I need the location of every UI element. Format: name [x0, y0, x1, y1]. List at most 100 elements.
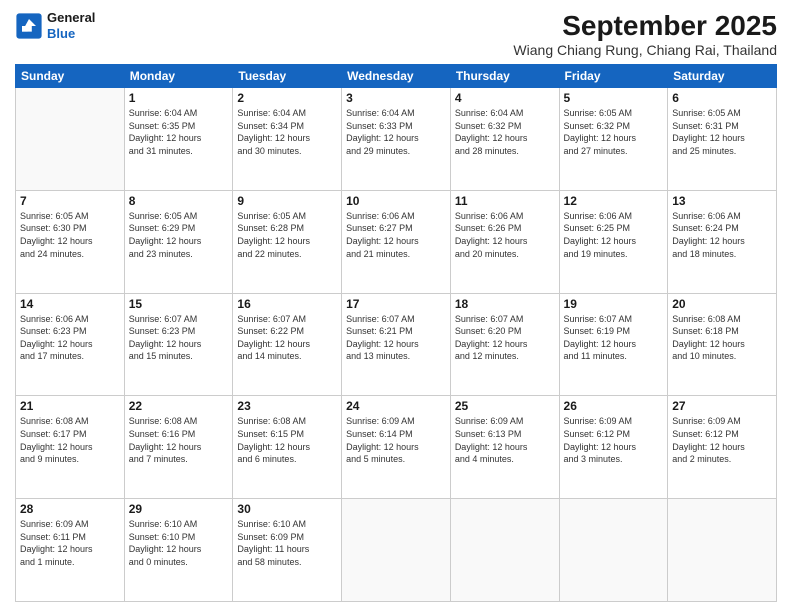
day-number: 5 [564, 91, 664, 105]
calendar-cell: 22Sunrise: 6:08 AM Sunset: 6:16 PM Dayli… [124, 396, 233, 499]
calendar-cell: 24 Sunrise: 6:09 AM Sunset: 6:14 PM Dayli… [342, 396, 451, 499]
calendar-header-thursday: Thursday [450, 65, 559, 88]
day-info: Sunrise: 6:10 AM Sunset: 6:09 PM Dayligh… [237, 518, 337, 568]
calendar-cell: 17 Sunrise: 6:07 AM Sunset: 6:21 PM Dayli… [342, 293, 451, 396]
calendar-cell: 10 Sunrise: 6:06 AM Sunset: 6:27 PM Dayli… [342, 190, 451, 293]
calendar-cell: 14 Sunrise: 6:06 AM Sunset: 6:23 PM Dayli… [16, 293, 125, 396]
location: Wiang Chiang Rung, Chiang Rai, Thailand [513, 42, 777, 58]
day-info: Sunrise: 6:04 AM Sunset: 6:33 PM Dayligh… [346, 107, 446, 157]
day-info: Sunrise: 6:08 AM Sunset: 6:17 PM Dayligh… [20, 415, 120, 465]
day-number: 13 [672, 194, 772, 208]
day-info: Sunrise: 6:09 AM Sunset: 6:12 PM Dayligh… [564, 415, 664, 465]
day-info: Sunrise: 6:05 AM Sunset: 6:28 PM Dayligh… [237, 210, 337, 260]
calendar-header-sunday: Sunday [16, 65, 125, 88]
day-number: 3 [346, 91, 446, 105]
day-number: 17 [346, 297, 446, 311]
calendar-header-friday: Friday [559, 65, 668, 88]
day-number: 11 [455, 194, 555, 208]
day-info: Sunrise: 6:07 AM Sunset: 6:20 PM Dayligh… [455, 313, 555, 363]
calendar-cell: 11 Sunrise: 6:06 AM Sunset: 6:26 PM Dayli… [450, 190, 559, 293]
calendar-header-saturday: Saturday [668, 65, 777, 88]
day-number: 10 [346, 194, 446, 208]
calendar-cell: 16 Sunrise: 6:07 AM Sunset: 6:22 PM Dayli… [233, 293, 342, 396]
calendar-cell: 21 Sunrise: 6:08 AM Sunset: 6:17 PM Dayli… [16, 396, 125, 499]
calendar-cell: 26 Sunrise: 6:09 AM Sunset: 6:12 PM Dayli… [559, 396, 668, 499]
day-info: Sunrise: 6:09 AM Sunset: 6:13 PM Dayligh… [455, 415, 555, 465]
day-info: Sunrise: 6:07 AM Sunset: 6:23 PM Dayligh… [129, 313, 229, 363]
calendar-header-tuesday: Tuesday [233, 65, 342, 88]
day-info: Sunrise: 6:04 AM Sunset: 6:34 PM Dayligh… [237, 107, 337, 157]
day-info: Sunrise: 6:10 AM Sunset: 6:10 PM Dayligh… [129, 518, 229, 568]
day-number: 6 [672, 91, 772, 105]
day-number: 12 [564, 194, 664, 208]
day-number: 28 [20, 502, 120, 516]
day-number: 1 [129, 91, 229, 105]
calendar-cell [668, 499, 777, 602]
logo: General Blue [15, 10, 95, 41]
day-number: 30 [237, 502, 337, 516]
calendar-week-row: 7 Sunrise: 6:05 AM Sunset: 6:30 PM Daylig… [16, 190, 777, 293]
calendar-week-row: 1 Sunrise: 6:04 AM Sunset: 6:35 PM Daylig… [16, 88, 777, 191]
day-number: 20 [672, 297, 772, 311]
day-number: 19 [564, 297, 664, 311]
day-info: Sunrise: 6:08 AM Sunset: 6:15 PM Dayligh… [237, 415, 337, 465]
day-info: Sunrise: 6:05 AM Sunset: 6:31 PM Dayligh… [672, 107, 772, 157]
calendar-header-wednesday: Wednesday [342, 65, 451, 88]
logo-line1: General [47, 10, 95, 26]
calendar-cell: 1 Sunrise: 6:04 AM Sunset: 6:35 PM Daylig… [124, 88, 233, 191]
calendar-cell: 8Sunrise: 6:05 AM Sunset: 6:29 PM Daylig… [124, 190, 233, 293]
day-number: 21 [20, 399, 120, 413]
logo-text: General Blue [47, 10, 95, 41]
calendar-cell: 18 Sunrise: 6:07 AM Sunset: 6:20 PM Dayli… [450, 293, 559, 396]
day-info: Sunrise: 6:06 AM Sunset: 6:23 PM Dayligh… [20, 313, 120, 363]
calendar-week-row: 28 Sunrise: 6:09 AM Sunset: 6:11 PM Dayli… [16, 499, 777, 602]
day-info: Sunrise: 6:04 AM Sunset: 6:35 PM Dayligh… [129, 107, 229, 157]
day-info: Sunrise: 6:09 AM Sunset: 6:11 PM Dayligh… [20, 518, 120, 568]
page: General Blue September 2025 Wiang Chiang… [0, 0, 792, 612]
calendar-cell: 5 Sunrise: 6:05 AM Sunset: 6:32 PM Daylig… [559, 88, 668, 191]
calendar-cell [342, 499, 451, 602]
calendar-cell: 12 Sunrise: 6:06 AM Sunset: 6:25 PM Dayli… [559, 190, 668, 293]
day-info: Sunrise: 6:07 AM Sunset: 6:19 PM Dayligh… [564, 313, 664, 363]
day-info: Sunrise: 6:08 AM Sunset: 6:18 PM Dayligh… [672, 313, 772, 363]
calendar-header-row: SundayMondayTuesdayWednesdayThursdayFrid… [16, 65, 777, 88]
calendar-cell: 9Sunrise: 6:05 AM Sunset: 6:28 PM Daylig… [233, 190, 342, 293]
day-info: Sunrise: 6:07 AM Sunset: 6:21 PM Dayligh… [346, 313, 446, 363]
header: General Blue September 2025 Wiang Chiang… [15, 10, 777, 58]
calendar-cell: 2Sunrise: 6:04 AM Sunset: 6:34 PM Daylig… [233, 88, 342, 191]
day-number: 8 [129, 194, 229, 208]
calendar-cell: 25Sunrise: 6:09 AM Sunset: 6:13 PM Dayli… [450, 396, 559, 499]
calendar-cell: 19 Sunrise: 6:07 AM Sunset: 6:19 PM Dayli… [559, 293, 668, 396]
calendar-cell: 28 Sunrise: 6:09 AM Sunset: 6:11 PM Dayli… [16, 499, 125, 602]
day-info: Sunrise: 6:07 AM Sunset: 6:22 PM Dayligh… [237, 313, 337, 363]
day-number: 18 [455, 297, 555, 311]
day-number: 22 [129, 399, 229, 413]
calendar-week-row: 14 Sunrise: 6:06 AM Sunset: 6:23 PM Dayli… [16, 293, 777, 396]
calendar-cell: 30 Sunrise: 6:10 AM Sunset: 6:09 PM Dayli… [233, 499, 342, 602]
day-info: Sunrise: 6:05 AM Sunset: 6:30 PM Dayligh… [20, 210, 120, 260]
day-number: 23 [237, 399, 337, 413]
day-info: Sunrise: 6:06 AM Sunset: 6:27 PM Dayligh… [346, 210, 446, 260]
day-number: 4 [455, 91, 555, 105]
day-number: 7 [20, 194, 120, 208]
calendar-cell: 6 Sunrise: 6:05 AM Sunset: 6:31 PM Daylig… [668, 88, 777, 191]
day-number: 16 [237, 297, 337, 311]
day-info: Sunrise: 6:06 AM Sunset: 6:25 PM Dayligh… [564, 210, 664, 260]
calendar-header-monday: Monday [124, 65, 233, 88]
calendar-cell: 3 Sunrise: 6:04 AM Sunset: 6:33 PM Daylig… [342, 88, 451, 191]
day-number: 29 [129, 502, 229, 516]
day-number: 27 [672, 399, 772, 413]
day-number: 26 [564, 399, 664, 413]
calendar-cell: 23 Sunrise: 6:08 AM Sunset: 6:15 PM Dayli… [233, 396, 342, 499]
calendar-cell: 13Sunrise: 6:06 AM Sunset: 6:24 PM Dayli… [668, 190, 777, 293]
month-title: September 2025 [513, 10, 777, 42]
day-number: 24 [346, 399, 446, 413]
calendar-cell: 29 Sunrise: 6:10 AM Sunset: 6:10 PM Dayli… [124, 499, 233, 602]
calendar-cell: 7 Sunrise: 6:05 AM Sunset: 6:30 PM Daylig… [16, 190, 125, 293]
day-info: Sunrise: 6:05 AM Sunset: 6:32 PM Dayligh… [564, 107, 664, 157]
day-info: Sunrise: 6:04 AM Sunset: 6:32 PM Dayligh… [455, 107, 555, 157]
calendar-cell [16, 88, 125, 191]
day-info: Sunrise: 6:09 AM Sunset: 6:14 PM Dayligh… [346, 415, 446, 465]
day-info: Sunrise: 6:06 AM Sunset: 6:26 PM Dayligh… [455, 210, 555, 260]
day-number: 14 [20, 297, 120, 311]
